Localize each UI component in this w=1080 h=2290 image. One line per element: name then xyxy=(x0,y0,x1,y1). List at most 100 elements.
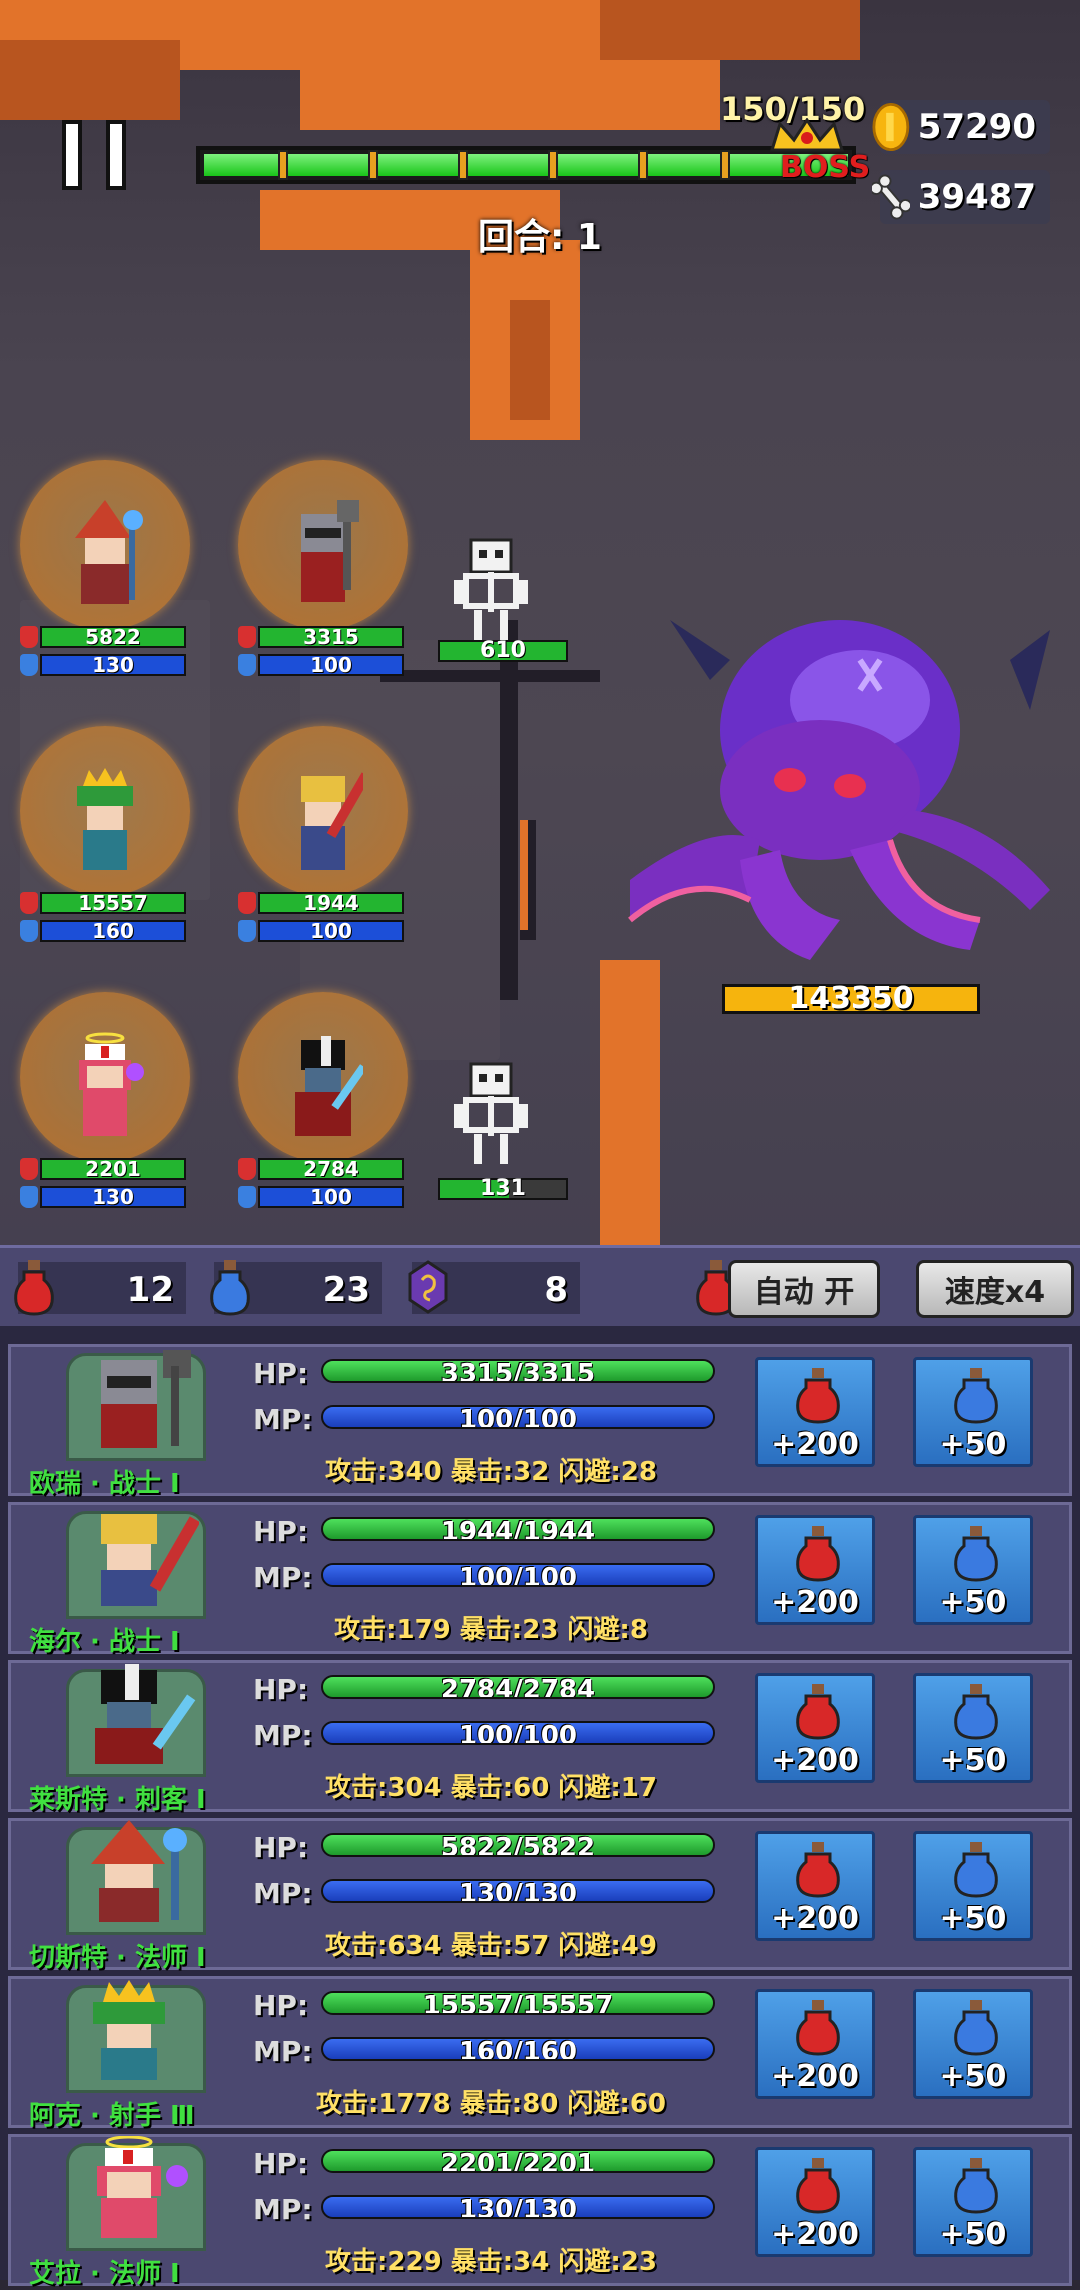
blue-potion-icon xyxy=(210,1260,250,1316)
hero-name: 海尔 · 战士 Ⅰ xyxy=(29,1627,180,1657)
hero-portrait[interactable] xyxy=(66,1350,206,1461)
hero-row[interactable]: 莱斯特 · 刺客 Ⅰ HP: MP: 2784/2784 100/100 攻击:304 暴… xyxy=(8,1660,1072,1815)
pause-button[interactable] xyxy=(62,120,132,190)
mage-witch-icon xyxy=(75,500,143,604)
blue-potion-icon xyxy=(954,2158,998,2214)
special-stone-stock: 8 xyxy=(408,1260,580,1314)
hero-unit-archer-king[interactable] xyxy=(20,726,200,906)
hero-roster[interactable]: 欧瑞 · 战士 Ⅰ HP: MP: 3315/3315 100/100 攻击:340 暴击… xyxy=(0,1326,1080,2289)
skeleton-enemy-icon[interactable] xyxy=(436,1060,546,1170)
blue-potion-icon xyxy=(954,1684,998,1740)
hero-unit-mage-witch[interactable] xyxy=(20,460,200,640)
warrior-knight-icon xyxy=(301,500,359,602)
archer-king-icon xyxy=(77,768,133,870)
battle-scene: 150/150 BOSS 57290 39487 回合: 1 5822 130 … xyxy=(0,0,1080,1245)
hero-portrait[interactable] xyxy=(66,1820,206,1935)
kraken-boss-icon[interactable] xyxy=(590,620,1050,980)
hero-portrait[interactable] xyxy=(66,1980,206,2093)
warrior-knight-icon xyxy=(101,1350,191,1448)
hero-hp-bar: 3315 xyxy=(238,626,404,648)
skeleton-enemy-icon[interactable] xyxy=(436,536,546,646)
hero-mp-bar: 100 xyxy=(238,1186,404,1208)
use-mp-potion-button[interactable]: +50 xyxy=(913,1515,1033,1625)
boss-progress-bar xyxy=(196,146,856,184)
hero-mp-bar: 160/160 xyxy=(321,2037,715,2061)
use-hp-potion-button[interactable]: +200 xyxy=(755,1515,875,1625)
hero-mp-bar: 130 xyxy=(20,654,186,676)
gold-counter: 57290 xyxy=(872,100,1050,154)
hp-label: HP: xyxy=(253,1673,309,1706)
use-hp-potion-button[interactable]: +200 xyxy=(755,1357,875,1467)
mp-label: MP: xyxy=(253,2193,313,2226)
hero-hp-bar: 1944/1944 xyxy=(321,1517,715,1541)
use-mp-potion-button[interactable]: +50 xyxy=(913,2147,1033,2257)
red-potion-icon xyxy=(796,1368,840,1424)
archer-king-icon xyxy=(93,1980,165,2080)
hero-hp-bar: 2784 xyxy=(238,1158,404,1180)
hero-hp-bar: 15557/15557 xyxy=(321,1991,715,2015)
auto-toggle-button[interactable]: 自动 开 xyxy=(728,1260,880,1318)
warrior-blonde-icon xyxy=(301,772,363,870)
hero-hp-bar: 3315/3315 xyxy=(321,1359,715,1383)
blue-potion-icon xyxy=(954,1526,998,1582)
red-potion-icon xyxy=(796,2158,840,2214)
gold-coin-icon xyxy=(872,102,910,152)
assassin-icon xyxy=(95,1664,196,1764)
use-hp-potion-button[interactable]: +200 xyxy=(755,1673,875,1783)
blue-potion-icon xyxy=(954,2000,998,2056)
hp-label: HP: xyxy=(253,1831,309,1864)
hero-stats: 攻击:304 暴击:60 闪避:17 xyxy=(325,1773,657,1803)
hero-name: 阿克 · 射手 Ⅲ xyxy=(29,2101,195,2131)
hp-label: HP: xyxy=(253,1357,309,1390)
hero-row[interactable]: 海尔 · 战士 Ⅰ HP: MP: 1944/1944 100/100 攻击:179 暴击… xyxy=(8,1502,1072,1657)
hero-mp-bar: 130/130 xyxy=(321,2195,715,2219)
hero-mp-bar: 130 xyxy=(20,1186,186,1208)
speed-button[interactable]: 速度x4 xyxy=(916,1260,1074,1318)
red-potion-icon xyxy=(796,2000,840,2056)
boss-unit-hp-bar: 143350 xyxy=(722,984,980,1014)
hero-name: 艾拉 · 法师 Ⅰ xyxy=(29,2259,180,2289)
hero-unit-mage-nurse[interactable] xyxy=(20,992,200,1172)
hero-stats: 攻击:340 暴击:32 闪避:28 xyxy=(325,1457,657,1487)
use-hp-potion-button[interactable]: +200 xyxy=(755,2147,875,2257)
hero-mp-bar: 100/100 xyxy=(321,1721,715,1745)
hero-name: 莱斯特 · 刺客 Ⅰ xyxy=(29,1785,206,1815)
mp-label: MP: xyxy=(253,1403,313,1436)
hero-stats: 攻击:1778 暴击:80 闪避:60 xyxy=(315,2089,667,2119)
use-mp-potion-button[interactable]: +50 xyxy=(913,1357,1033,1467)
use-mp-potion-button[interactable]: +50 xyxy=(913,1989,1033,2099)
use-hp-potion-button[interactable]: +200 xyxy=(755,1989,875,2099)
mp-label: MP: xyxy=(253,1561,313,1594)
hero-row[interactable]: 艾拉 · 法师 Ⅰ HP: MP: 2201/2201 130/130 攻击:229 暴击… xyxy=(8,2134,1072,2289)
bone-counter: 39487 xyxy=(872,170,1050,224)
blue-potion-icon xyxy=(954,1842,998,1898)
enemy-hp-bar: 610 xyxy=(438,640,568,662)
mage-nurse-icon xyxy=(79,1032,144,1136)
hero-stats: 攻击:179 暴击:23 闪避:8 xyxy=(334,1615,648,1645)
hero-portrait[interactable] xyxy=(66,1664,206,1777)
hero-row[interactable]: 阿克 · 射手 Ⅲ HP: MP: 15557/15557 160/160 攻击:1778… xyxy=(8,1976,1072,2131)
boss-label: BOSS xyxy=(780,150,871,185)
hero-portrait[interactable] xyxy=(66,2136,206,2251)
enemy-hp-bar: 131 xyxy=(438,1178,568,1200)
use-mp-potion-button[interactable]: +50 xyxy=(913,1673,1033,1783)
hero-hp-bar: 2201/2201 xyxy=(321,2149,715,2173)
red-potion-icon xyxy=(14,1260,54,1316)
hero-unit-warrior-blonde[interactable] xyxy=(238,726,418,906)
mage-nurse-icon xyxy=(97,2136,188,2238)
hero-portrait[interactable] xyxy=(66,1511,206,1619)
mage-witch-icon xyxy=(91,1820,187,1922)
hero-hp-bar: 15557 xyxy=(20,892,186,914)
hero-mp-bar: 130/130 xyxy=(321,1879,715,1903)
mp-label: MP: xyxy=(253,2035,313,2068)
use-mp-potion-button[interactable]: +50 xyxy=(913,1831,1033,1941)
use-hp-potion-button[interactable]: +200 xyxy=(755,1831,875,1941)
hero-row[interactable]: 切斯特 · 法师 Ⅰ HP: MP: 5822/5822 130/130 攻击:634 暴… xyxy=(8,1818,1072,1973)
hero-unit-warrior-knight[interactable] xyxy=(238,460,418,640)
hero-row[interactable]: 欧瑞 · 战士 Ⅰ HP: MP: 3315/3315 100/100 攻击:340 暴击… xyxy=(8,1344,1072,1499)
gold-value: 57290 xyxy=(917,107,1036,147)
hero-name: 欧瑞 · 战士 Ⅰ xyxy=(29,1469,180,1499)
hero-mp-bar: 100/100 xyxy=(321,1405,715,1429)
hero-unit-assassin[interactable] xyxy=(238,992,418,1172)
hero-mp-bar: 100 xyxy=(238,920,404,942)
